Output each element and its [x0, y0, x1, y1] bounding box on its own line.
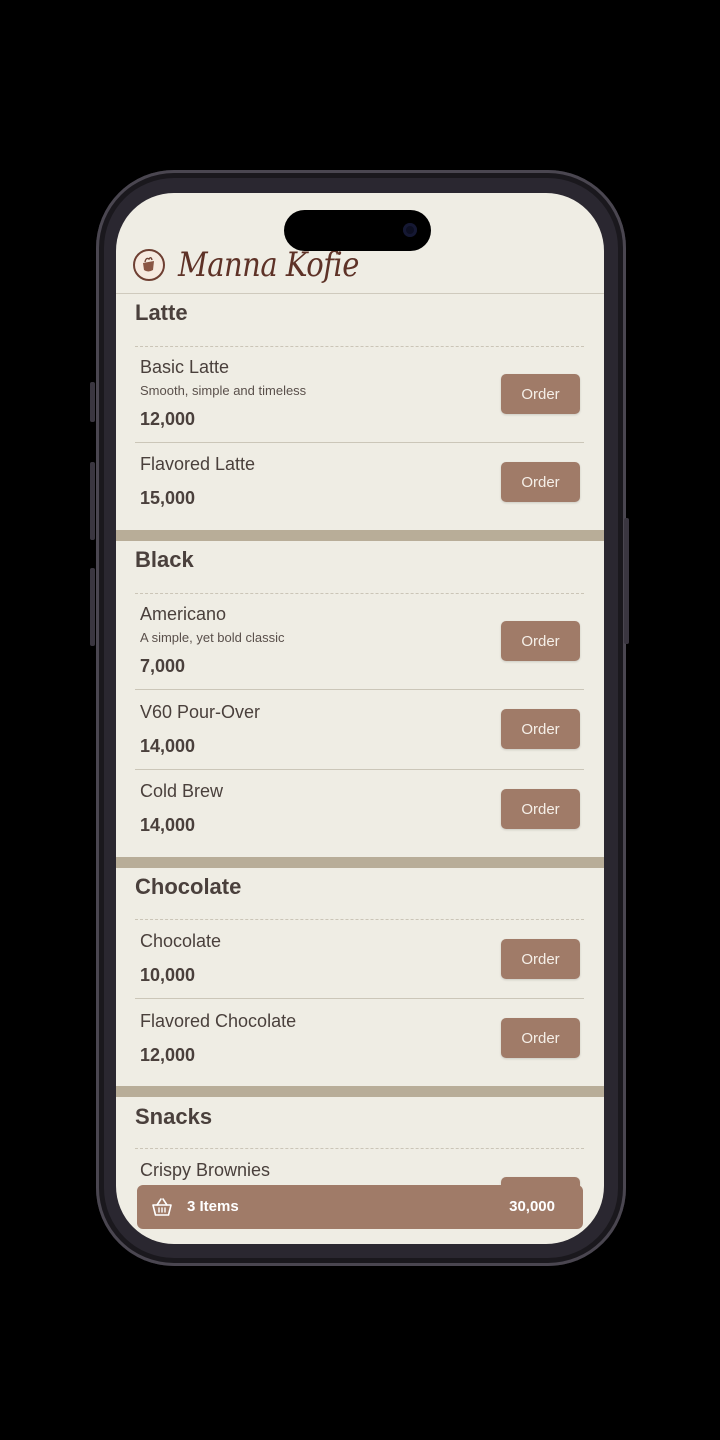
item-name: Cold Brew: [140, 781, 224, 801]
item-price: 15,000: [140, 488, 196, 508]
item-name: V60 Pour-Over: [140, 702, 261, 722]
section-title-chocolate: Chocolate: [135, 874, 242, 899]
order-button-v60-pour-over[interactable]: Order: [501, 709, 580, 749]
section-divider: [135, 593, 584, 594]
item-price: 14,000: [140, 815, 196, 835]
item-price: 10,000: [140, 965, 196, 985]
cart-item-count: 3 Items: [187, 1198, 239, 1215]
item-divider: [135, 689, 584, 690]
order-button-chocolate[interactable]: Order: [501, 939, 580, 979]
cart-bar[interactable]: 3 Items 30,000: [137, 1185, 583, 1229]
section-title-black: Black: [135, 547, 194, 572]
item-name: Basic Latte: [140, 357, 230, 377]
item-name: Flavored Latte: [140, 454, 256, 474]
section-divider: [135, 1148, 584, 1149]
section-band: [116, 530, 604, 541]
order-button-basic-latte[interactable]: Order: [501, 374, 580, 414]
order-button-flavored-latte[interactable]: Order: [501, 462, 580, 502]
cart-total: 30,000: [509, 1198, 555, 1215]
section-title-snacks: Snacks: [135, 1104, 213, 1129]
item-divider: [135, 769, 584, 770]
item-price: 12,000: [140, 409, 196, 429]
item-price: 14,000: [140, 736, 196, 756]
dynamic-island: [284, 210, 431, 251]
coffee-cup-logo-icon: [133, 249, 165, 281]
item-name: Chocolate: [140, 931, 222, 951]
item-name: Americano: [140, 604, 227, 624]
item-divider: [135, 442, 584, 443]
item-name: Crispy Brownies: [140, 1160, 271, 1180]
section-title-latte: Latte: [135, 300, 188, 325]
order-button-americano[interactable]: Order: [501, 621, 580, 661]
order-button-flavored-chocolate[interactable]: Order: [501, 1018, 580, 1058]
section-divider: [135, 346, 584, 347]
item-description: Smooth, simple and timeless: [140, 383, 307, 398]
section-band: [116, 857, 604, 868]
item-divider: [135, 998, 584, 999]
order-button-cold-brew[interactable]: Order: [501, 789, 580, 829]
item-price: 7,000: [140, 656, 186, 676]
item-price: 12,000: [140, 1045, 196, 1065]
item-name: Flavored Chocolate: [140, 1011, 297, 1031]
section-divider: [135, 919, 584, 920]
item-description: A simple, yet bold classic: [140, 630, 285, 645]
basket-icon: [152, 1198, 172, 1216]
app-screen: Manna Kofie Latte Basic Latte Smooth, si…: [116, 193, 604, 1244]
section-band: [116, 1086, 604, 1097]
